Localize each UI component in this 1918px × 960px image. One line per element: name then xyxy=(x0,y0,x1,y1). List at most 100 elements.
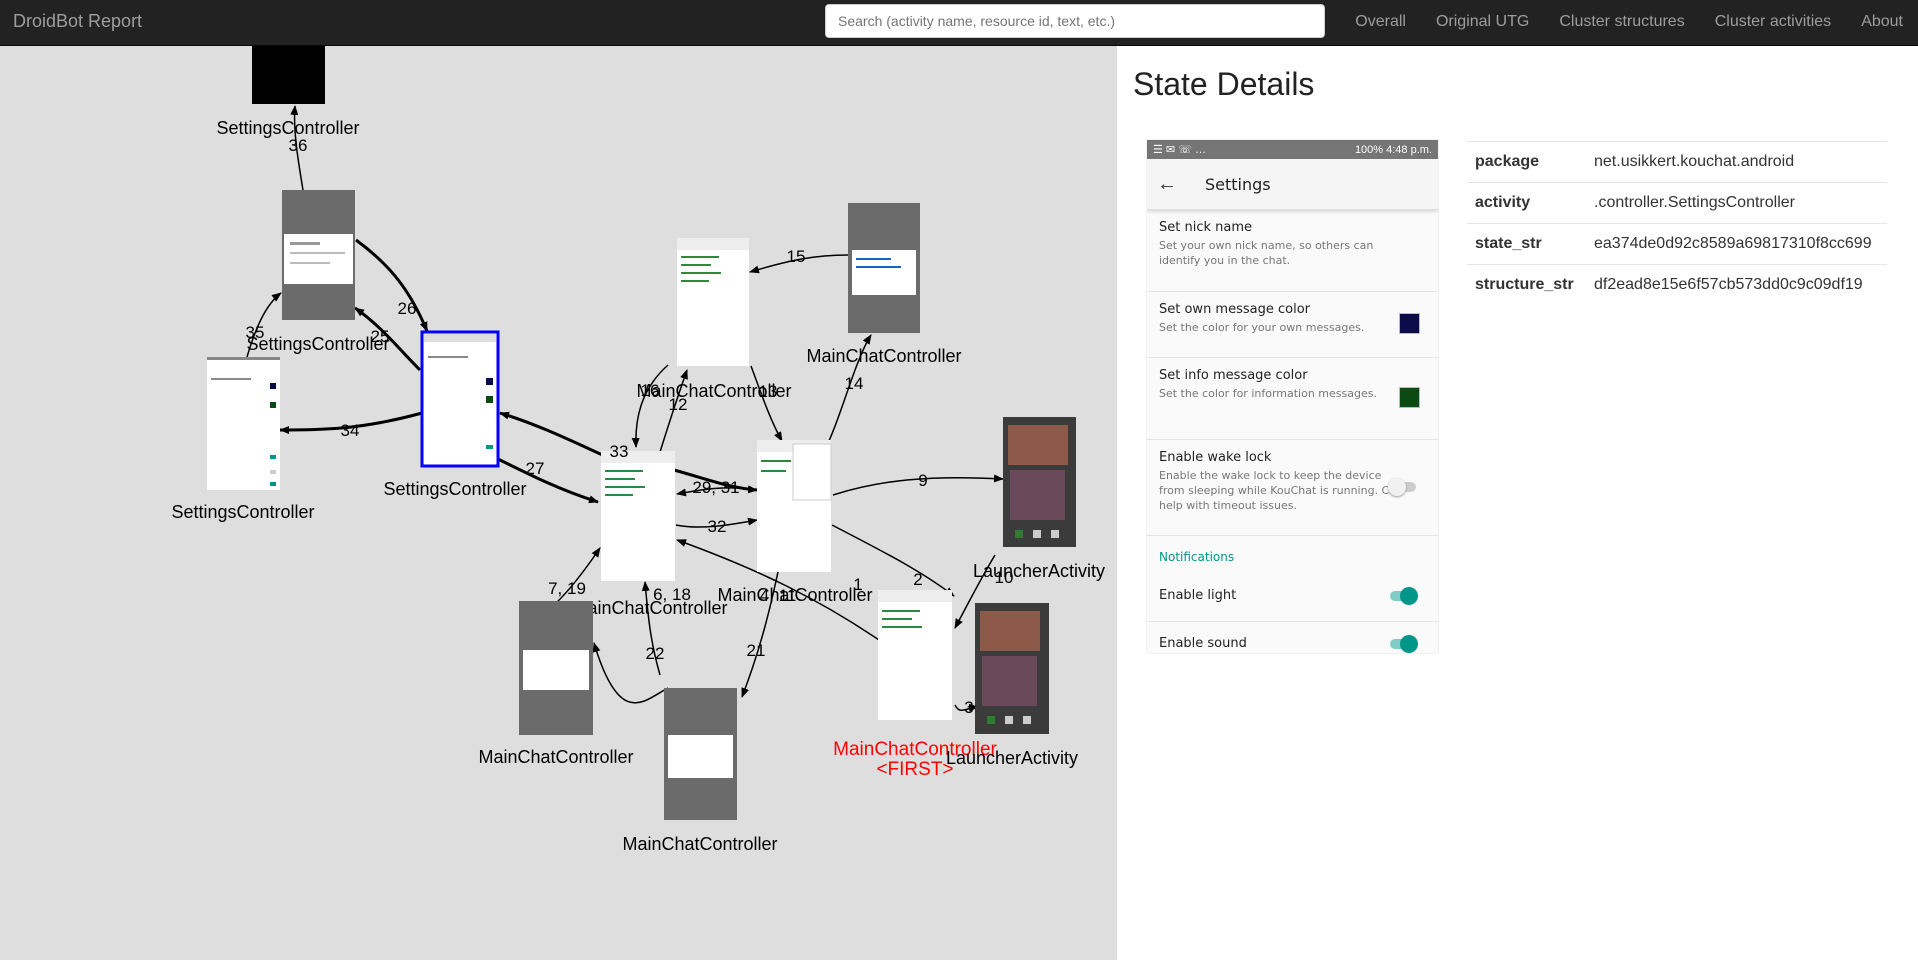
edge-label: 27 xyxy=(526,459,545,478)
pref-summary: Set your own nick name, so others can id… xyxy=(1159,239,1374,267)
property-key: state_str xyxy=(1467,223,1586,265)
edge-label: 15 xyxy=(787,247,806,266)
edge-label: 14 xyxy=(845,374,864,393)
app-bar: ← Settings xyxy=(1147,159,1438,210)
edge-label: 12 xyxy=(669,395,688,414)
panel-title: State Details xyxy=(1133,66,1315,102)
pref-title: Enable light xyxy=(1159,588,1237,603)
edge-label: 22 xyxy=(646,644,665,663)
table-row: package net.usikkert.kouchat.android xyxy=(1467,141,1887,183)
property-value: .controller.SettingsController xyxy=(1586,182,1887,224)
graph-node[interactable]: SettingsController xyxy=(216,46,360,138)
graph-node[interactable]: SettingsController xyxy=(246,190,390,354)
table-row: activity .controller.SettingsController xyxy=(1467,182,1887,224)
edge-label: 13 xyxy=(759,382,778,401)
edge-label: 2 xyxy=(913,570,922,589)
pref-own-color: Set own message color Set the color for … xyxy=(1147,292,1438,358)
pref-enable-light: Enable light xyxy=(1147,574,1438,622)
property-key: structure_str xyxy=(1467,264,1586,305)
toggle-on xyxy=(1390,635,1418,653)
nav-cluster-activities[interactable]: Cluster activities xyxy=(1700,0,1846,46)
edge-label: 16 xyxy=(641,381,660,400)
graph-node[interactable]: MainChatController xyxy=(806,203,962,366)
edge-label: 36 xyxy=(289,136,308,155)
pref-title: Enable sound xyxy=(1159,636,1247,651)
pref-title: Enable wake lock xyxy=(1159,450,1272,465)
edge-label: 1 xyxy=(853,575,862,594)
graph-node[interactable]: LauncherActivity xyxy=(973,417,1105,581)
edge xyxy=(750,365,783,442)
status-right: 100% 4:48 p.m. xyxy=(1354,143,1432,156)
graph-node[interactable]: MainChatController xyxy=(636,238,792,401)
nav-about[interactable]: About xyxy=(1846,0,1918,46)
category-notifications: Notifications xyxy=(1159,550,1235,564)
utg-graph[interactable]: SettingsController SettingsController Se… xyxy=(0,46,1117,960)
notification-icons: ☰ ✉ ☏ … xyxy=(1153,144,1207,156)
node-label: MainChatController xyxy=(478,747,633,767)
state-details-panel: State Details ☰ ✉ ☏ … 100% 4:48 p.m. ← S… xyxy=(1117,46,1918,960)
edge xyxy=(499,411,608,459)
pref-summary: Set the color for information messages. xyxy=(1159,387,1377,400)
nav-original-utg[interactable]: Original UTG xyxy=(1421,0,1544,46)
utg-graph-canvas[interactable]: SettingsController SettingsController Se… xyxy=(0,46,1117,960)
edge-label: 35 xyxy=(246,323,265,342)
node-label: MainChatController xyxy=(572,598,727,618)
edge-label: 32 xyxy=(708,517,727,536)
pref-summary: Enable the wake lock to keep the device … xyxy=(1159,469,1403,512)
edge-label: 26 xyxy=(398,299,417,318)
pref-title: Set nick name xyxy=(1159,220,1253,235)
table-row: structure_str df2ead8e15e6f57cb573dd0c9c… xyxy=(1467,264,1887,305)
toggle-on xyxy=(1390,587,1418,605)
property-value: ea374de0d92c8589a69817310f8cc699 xyxy=(1586,223,1887,265)
state-screenshot: ☰ ✉ ☏ … 100% 4:48 p.m. ← Settings Set ni… xyxy=(1147,140,1438,653)
nav-overall[interactable]: Overall xyxy=(1340,0,1421,46)
pref-title: Set own message color xyxy=(1159,302,1311,317)
color-swatch xyxy=(1399,387,1420,408)
property-key: package xyxy=(1467,141,1586,183)
state-properties-table: package net.usikkert.kouchat.android act… xyxy=(1467,141,1887,305)
graph-node[interactable]: MainChatController xyxy=(572,451,728,618)
navbar: DroidBot Report Overall Original UTG Clu… xyxy=(0,0,1918,46)
property-value: df2ead8e15e6f57cb573dd0c9c09df19 xyxy=(1586,264,1887,305)
property-key: activity xyxy=(1467,182,1586,224)
toggle-off xyxy=(1388,478,1416,496)
edge-label: 7, 19 xyxy=(548,579,586,598)
pref-summary: Set the color for your own messages. xyxy=(1159,321,1365,334)
edge xyxy=(631,364,669,448)
node-label: LauncherActivity xyxy=(973,561,1105,581)
edge-label: 34 xyxy=(341,421,360,440)
node-label: MainChatController xyxy=(622,834,777,854)
edge-label: 33 xyxy=(610,442,629,461)
pref-title: Set info message color xyxy=(1159,368,1308,383)
edge-label: 3 xyxy=(964,698,973,717)
pref-enable-sound: Enable sound xyxy=(1147,622,1438,653)
nav-links: Overall Original UTG Cluster structures … xyxy=(1340,0,1918,46)
edge-label: 10 xyxy=(995,568,1014,587)
edge-label: 6, 18 xyxy=(653,585,691,604)
color-swatch xyxy=(1399,313,1420,334)
node-label: SettingsController xyxy=(171,502,314,522)
node-label: SettingsController xyxy=(216,118,359,138)
table-row: state_str ea374de0d92c8589a69817310f8cc6… xyxy=(1467,223,1887,265)
brand[interactable]: DroidBot Report xyxy=(13,11,142,32)
edge-label: 21 xyxy=(747,641,766,660)
edge-label: 29, 31 xyxy=(692,478,739,497)
edge-label: 9 xyxy=(918,471,927,490)
first-marker: <FIRST> xyxy=(876,759,953,780)
pref-nick-name: Set nick name Set your own nick name, so… xyxy=(1147,210,1438,292)
graph-node[interactable]: SettingsController xyxy=(171,357,315,522)
pref-info-color: Set info message color Set the color for… xyxy=(1147,358,1438,440)
node-label: SettingsController xyxy=(383,479,526,499)
search-input[interactable] xyxy=(825,4,1325,38)
pref-wake-lock: Enable wake lock Enable the wake lock to… xyxy=(1147,440,1438,536)
node-label: SettingsController xyxy=(246,334,389,354)
graph-node[interactable]: MainChatController xyxy=(622,688,778,854)
node-label: LauncherActivity xyxy=(946,748,1078,768)
property-value: net.usikkert.kouchat.android xyxy=(1586,141,1887,183)
edge-label: 4, 11 xyxy=(760,586,797,605)
app-bar-title: Settings xyxy=(1205,174,1271,194)
nav-cluster-structures[interactable]: Cluster structures xyxy=(1544,0,1699,46)
phone-status-bar: ☰ ✉ ☏ … 100% 4:48 p.m. xyxy=(1147,140,1438,159)
back-arrow-icon: ← xyxy=(1157,172,1177,195)
node-label: MainChatController xyxy=(806,346,961,366)
